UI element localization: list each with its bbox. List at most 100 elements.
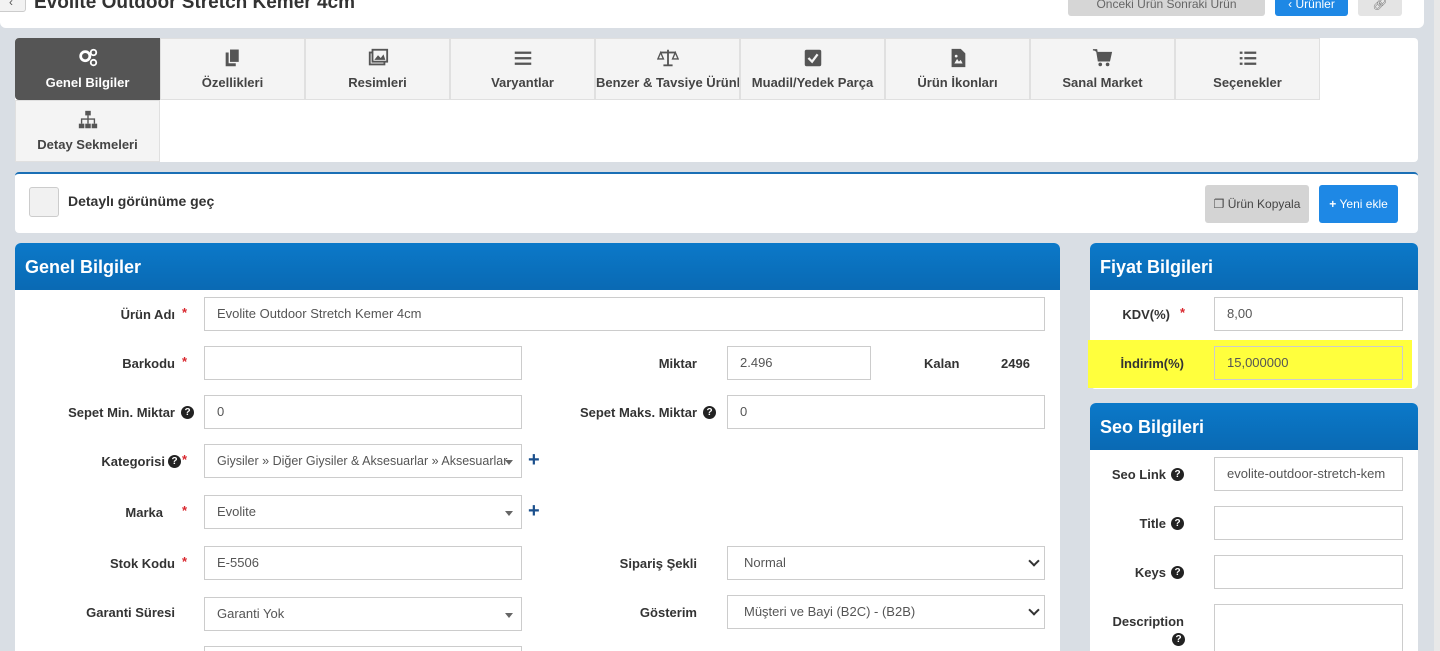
help-icon[interactable]: ? xyxy=(1171,566,1184,579)
display-select-value: Müşteri ve Bayi (B2C) - (B2B) xyxy=(744,604,916,619)
seo-link-label: Seo Link xyxy=(1111,467,1166,482)
products-button[interactable]: ‹ Ürünler xyxy=(1275,0,1348,16)
tab-sanal-market[interactable]: Sanal Market xyxy=(1030,38,1175,100)
panel-body: Seo Link ? evolite-outdoor-stretch-kem T… xyxy=(1090,450,1418,651)
cart-min-label-text: Sepet Min. Miktar xyxy=(68,405,175,420)
required-marker: * xyxy=(182,554,188,569)
tab-genel-bilgiler[interactable]: Genel Bilgiler xyxy=(15,38,160,100)
warranty-label: Garanti Süresi xyxy=(86,605,175,620)
partial-input[interactable] xyxy=(204,646,522,651)
seo-keys-input[interactable] xyxy=(1214,555,1403,589)
chevron-down-icon xyxy=(1028,604,1040,616)
seo-description-textarea[interactable] xyxy=(1214,604,1403,651)
display-label: Gösterim xyxy=(639,605,697,620)
category-select[interactable]: Giysiler » Diğer Giysiler & Aksesuarlar … xyxy=(204,444,522,478)
detailed-view-label: Detaylı görünüme geç xyxy=(68,193,215,209)
remaining-value: 2496 xyxy=(1001,356,1030,371)
barcode-label: Barkodu xyxy=(122,356,175,371)
cart-max-label-text: Sepet Maks. Miktar xyxy=(579,405,697,420)
category-label: Kategorisi xyxy=(101,454,165,469)
required-marker: * xyxy=(182,354,188,369)
detailed-view-checkbox[interactable] xyxy=(29,187,59,217)
category-select-value: Giysiler » Diğer Giysiler & Aksesuarlar … xyxy=(217,454,508,468)
prev-next-product-buttons[interactable]: Önceki Ürün Sonraki Ürün xyxy=(1068,0,1265,16)
add-brand-button[interactable]: + xyxy=(528,501,540,521)
help-icon[interactable]: ? xyxy=(181,406,194,419)
barcode-input[interactable] xyxy=(204,346,522,380)
cart-min-label: Sepet Min. Miktar xyxy=(45,405,175,420)
help-icon[interactable]: ? xyxy=(703,406,716,419)
add-new-button[interactable]: + Yeni ekle xyxy=(1319,185,1398,223)
tab-muadil-yedek[interactable]: Muadil/Yedek Parça xyxy=(740,38,885,100)
display-select[interactable]: Müşteri ve Bayi (B2C) - (B2B) xyxy=(727,595,1045,629)
chevron-down-icon xyxy=(1028,555,1040,567)
tab-label: Sanal Market xyxy=(1062,75,1143,90)
discount-input[interactable]: 15,000000 xyxy=(1214,346,1403,380)
add-new-label: Yeni ekle xyxy=(1339,197,1388,211)
seo-title-label: Title xyxy=(1139,516,1167,531)
price-info-panel: Fiyat Bilgileri KDV(%) * 8,00 İndirim(%)… xyxy=(1088,243,1418,389)
images-icon xyxy=(368,48,388,66)
help-icon[interactable]: ? xyxy=(1171,468,1184,481)
back-button[interactable]: ‹ xyxy=(0,0,26,12)
quantity-input[interactable]: 2.496 xyxy=(727,346,871,380)
tab-ozellikleri[interactable]: Özellikleri xyxy=(160,38,305,100)
tab-urun-ikonlari[interactable]: Ürün İkonları xyxy=(885,38,1030,100)
brand-select-value: Evolite xyxy=(217,504,257,519)
stock-code-input[interactable]: E-5506 xyxy=(204,546,522,580)
vat-input[interactable]: 8,00 xyxy=(1214,297,1403,331)
shopping-cart-icon xyxy=(1092,49,1112,67)
seo-info-panel: Seo Bilgileri Seo Link ? evolite-outdoor… xyxy=(1090,403,1418,651)
list-icon xyxy=(1239,51,1256,65)
brand-select[interactable]: Evolite xyxy=(204,495,522,529)
seo-description-label: Description xyxy=(1112,614,1184,629)
vat-label: KDV(%) xyxy=(1122,307,1170,322)
sitemap-icon xyxy=(78,110,97,129)
cart-max-label: Sepet Maks. Miktar xyxy=(555,405,697,420)
panel-header: Seo Bilgileri xyxy=(1090,403,1418,451)
link-button[interactable]: 🔗︎ xyxy=(1358,0,1402,16)
file-image-icon xyxy=(951,48,965,68)
seo-link-input[interactable]: evolite-outdoor-stretch-kem xyxy=(1214,457,1403,491)
tab-benzer-tavsiye[interactable]: Benzer & Tavsiye Ürünler xyxy=(595,38,740,100)
tab-resimleri[interactable]: Resimleri xyxy=(305,38,450,100)
remaining-label: Kalan xyxy=(924,356,960,371)
copy-icon xyxy=(225,48,240,67)
tab-detay-sekmeleri[interactable]: Detay Sekmeleri xyxy=(15,100,160,162)
gears-icon xyxy=(78,48,97,67)
copy-product-button[interactable]: ❐ Ürün Kopyala xyxy=(1205,185,1309,223)
product-name-label: Ürün Adı xyxy=(120,307,175,322)
warranty-select[interactable]: Garanti Yok xyxy=(204,597,522,631)
balance-scale-icon xyxy=(656,49,679,67)
page-header: ‹ Evolite Outdoor Stretch Kemer 4cm Önce… xyxy=(0,0,1424,28)
seo-title-input[interactable] xyxy=(1214,506,1403,540)
help-icon[interactable]: ? xyxy=(1172,633,1185,646)
copy-icon: ❐ xyxy=(1213,197,1228,211)
order-type-select[interactable]: Normal xyxy=(727,546,1045,580)
products-button-label: Ürünler xyxy=(1295,0,1335,11)
cart-max-input[interactable]: 0 xyxy=(727,395,1045,429)
help-icon[interactable]: ? xyxy=(1171,517,1184,530)
panel-body: KDV(%) * 8,00 İndirim(%) 15,000000 xyxy=(1088,290,1418,389)
panel-title: Seo Bilgileri xyxy=(1100,417,1205,437)
brand-label: Marka xyxy=(125,505,163,520)
panel-header: Fiyat Bilgileri xyxy=(1090,243,1418,291)
cart-min-input[interactable]: 0 xyxy=(204,395,522,429)
seo-keys-label: Keys xyxy=(1134,565,1166,580)
add-category-button[interactable]: + xyxy=(528,450,540,470)
order-type-label: Sipariş Şekli xyxy=(619,556,697,571)
tab-label: Varyantlar xyxy=(491,75,554,90)
product-name-input[interactable]: Evolite Outdoor Stretch Kemer 4cm xyxy=(204,297,1045,331)
required-marker: * xyxy=(182,452,188,467)
tab-varyantlar[interactable]: Varyantlar xyxy=(450,38,595,100)
caret-down-icon xyxy=(505,460,513,465)
tab-secenekler[interactable]: Seçenekler xyxy=(1175,38,1320,100)
page-scrollbar[interactable] xyxy=(1434,0,1440,651)
tab-label: Özellikleri xyxy=(201,75,264,90)
general-info-panel: Genel Bilgiler Ürün Adı * Evolite Outdoo… xyxy=(15,243,1060,651)
copy-product-label: Ürün Kopyala xyxy=(1227,197,1301,211)
caret-down-icon xyxy=(505,613,513,618)
check-square-icon xyxy=(804,49,821,67)
tabs-card: Genel Bilgiler Özellikleri Resimleri Var… xyxy=(15,38,1418,162)
help-icon[interactable]: ? xyxy=(168,455,181,468)
